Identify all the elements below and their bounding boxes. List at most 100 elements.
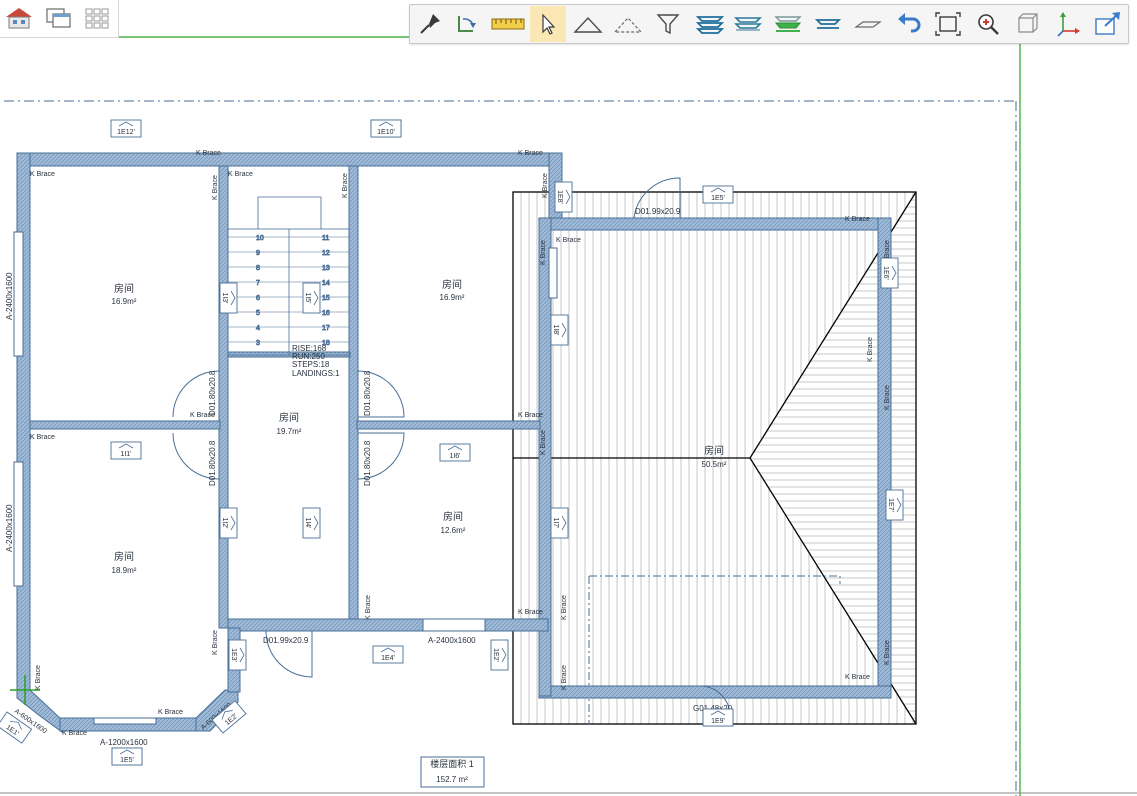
room-name-4: 房间: [443, 510, 463, 523]
wall-label: K Brace: [518, 412, 543, 419]
wall-label: K Brace: [212, 630, 219, 655]
zoom-extents-button[interactable]: [930, 6, 966, 42]
room-area-5: 18.9m²: [112, 566, 137, 575]
svg-text:1I7': 1I7': [552, 517, 559, 528]
floor-plan-canvas[interactable]: 1110129138147156165174183 房间 16.9m² 房间 1…: [0, 0, 1137, 796]
axes-button[interactable]: [1050, 6, 1086, 42]
stair-number: 16: [322, 310, 330, 317]
stair-number: 9: [256, 250, 260, 257]
svg-text:1I1': 1I1': [120, 451, 131, 458]
main-toolbar: [409, 4, 1129, 44]
room-area-3: 19.7m²: [277, 427, 302, 436]
layers-green-button[interactable]: [770, 6, 806, 42]
windows[interactable]: [13, 231, 558, 725]
zoom-in-button[interactable]: [970, 6, 1006, 42]
tag-box: 1E7': [885, 489, 904, 521]
roof-plan[interactable]: [512, 191, 917, 725]
stair-number: 12: [322, 250, 330, 257]
cube-icon: [1018, 13, 1038, 33]
wall-label: K Brace: [561, 595, 568, 620]
svg-text:1E12': 1E12': [117, 129, 135, 136]
room-name-1: 房间: [114, 282, 134, 295]
plane-button[interactable]: [850, 6, 886, 42]
tag-box: 1I2': [219, 507, 238, 539]
home-button[interactable]: [3, 4, 35, 32]
layers-green-icon: [774, 16, 802, 32]
svg-text:1E5': 1E5': [711, 195, 725, 202]
top-left-toolbar: [0, 0, 119, 38]
filter-button[interactable]: [650, 6, 686, 42]
tag-box: 1I1': [110, 441, 142, 460]
svg-text:1I3': 1I3': [221, 292, 228, 303]
tag-box: 1E9': [702, 708, 734, 727]
filter-icon: [656, 14, 680, 35]
svg-text:1E2': 1E2': [492, 648, 499, 662]
svg-text:1E6': 1E6': [882, 266, 889, 280]
tag-box: 1I4': [302, 507, 321, 539]
ruler-icon: [491, 18, 525, 30]
room-area-6: 50.5m²: [702, 460, 727, 469]
opening-label: A-2400x1600: [5, 504, 14, 552]
svg-text:1I6': 1I6': [449, 453, 460, 460]
wall-label: K Brace: [30, 434, 55, 441]
stair-number: 17: [322, 325, 330, 332]
opening-label: D01.99x20.9: [263, 636, 309, 645]
tag-box: 1E5': [702, 185, 734, 204]
stair-number: 11: [322, 235, 329, 242]
undo-button[interactable]: [890, 6, 926, 42]
axes-icon: [1057, 12, 1080, 37]
opening-label: D01.80x20.8: [208, 440, 217, 486]
svg-text:1E5': 1E5': [120, 757, 134, 764]
stair-landings: LANDINGS:1: [292, 369, 340, 378]
select-button[interactable]: [530, 6, 566, 42]
roof-button[interactable]: [570, 6, 606, 42]
tag-box: 1E6': [880, 257, 899, 289]
layers-alt-button[interactable]: [730, 6, 766, 42]
opening-label: D01.99x20.9: [635, 207, 681, 216]
measure-button[interactable]: [490, 6, 526, 42]
grid-icon: [85, 8, 109, 29]
svg-text:1E3': 1E3': [230, 648, 237, 662]
tag-box: 1I7': [550, 507, 569, 539]
wall-label: K Brace: [518, 609, 543, 616]
svg-text:1I4': 1I4': [304, 517, 311, 528]
svg-text:1I2': 1I2': [221, 517, 228, 528]
opening-label: D01.80x20.8: [363, 440, 372, 486]
roof-outline-button[interactable]: [610, 6, 646, 42]
svg-text:1E9': 1E9': [711, 718, 725, 725]
wall-label: K Brace: [542, 173, 549, 198]
view-3d-button[interactable]: [1010, 6, 1046, 42]
home-icon: [6, 8, 32, 29]
windows-button[interactable]: [42, 4, 74, 32]
stair[interactable]: 1110129138147156165174183: [227, 196, 350, 356]
layers-double-icon: [734, 17, 762, 31]
plane-icon: [854, 21, 882, 28]
tag-box: 1E3': [228, 639, 247, 671]
tag-box: 1E5': [111, 747, 143, 766]
room-name-5: 房间: [114, 550, 134, 563]
windows-icon: [46, 8, 71, 28]
rotate-view-button[interactable]: [448, 6, 484, 42]
tag-box: 1E2': [490, 639, 509, 671]
grid-view-button[interactable]: [81, 4, 113, 32]
wall-label: K Brace: [540, 430, 547, 455]
export-button[interactable]: [1090, 6, 1126, 42]
layers-stack-icon: [695, 16, 725, 34]
pin-icon: [420, 14, 440, 34]
stair-number: 3: [256, 340, 260, 347]
tag-box: 1I6': [439, 443, 471, 462]
pin-button[interactable]: [412, 6, 448, 42]
room-area-4: 12.6m²: [441, 526, 466, 535]
tag-box: 1I5': [302, 282, 321, 314]
tag-box: 1E12': [110, 119, 142, 138]
wall-label: K Brace: [884, 640, 891, 665]
wall-label: K Brace: [196, 150, 221, 157]
tags: 1E12'1E11'1E5'1E8'1E6'1E7'1E4'1E3'1E1'1E…: [0, 119, 904, 766]
layers-all-button[interactable]: [692, 6, 728, 42]
tag-box: 1E4': [372, 645, 404, 664]
room-name-6: 房间: [704, 444, 724, 457]
layer-single-button[interactable]: [810, 6, 846, 42]
stair-number: 10: [256, 235, 264, 242]
stair-number: 13: [322, 265, 330, 272]
wall-label: K Brace: [540, 240, 547, 265]
